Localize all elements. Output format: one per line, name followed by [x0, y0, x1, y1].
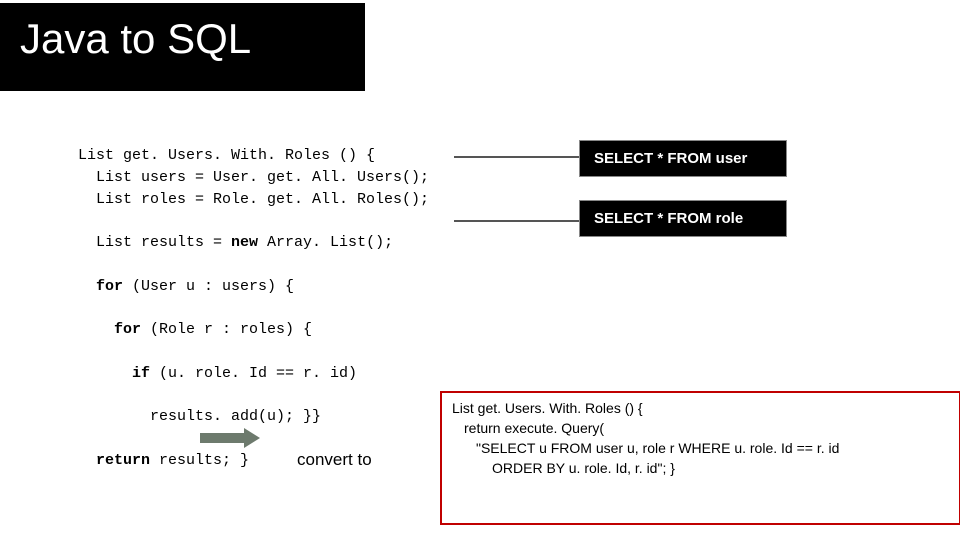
java-code-block: List get. Users. With. Roles () { List u…	[78, 145, 429, 471]
keyword-new: new	[231, 234, 258, 251]
keyword-return: return	[78, 452, 150, 469]
code-line: (Role r : roles) {	[141, 321, 312, 338]
code-line: List get. Users. With. Roles () {	[78, 147, 375, 164]
connector-line	[454, 220, 579, 222]
connector-line	[454, 156, 579, 158]
sql-box-role: SELECT * FROM role	[579, 200, 787, 237]
code-line: List roles = Role. get. All. Roles();	[78, 191, 429, 208]
code-line: List users = User. get. All. Users();	[78, 169, 429, 186]
converted-sql-box: List get. Users. With. Roles () { return…	[440, 391, 960, 525]
red-line: "SELECT u FROM user u, role r WHERE u. r…	[476, 440, 949, 456]
red-line: return execute. Query(	[464, 420, 949, 436]
code-line: List results =	[78, 234, 231, 251]
convert-label: convert to	[297, 450, 372, 470]
code-line: results. add(u); }}	[78, 408, 321, 425]
code-line: Array. List();	[258, 234, 393, 251]
code-line: (u. role. Id == r. id)	[150, 365, 357, 382]
code-line: (User u : users) {	[123, 278, 294, 295]
code-line: results; }	[150, 452, 249, 469]
red-line: ORDER BY u. role. Id, r. id"; }	[492, 460, 949, 476]
keyword-for: for	[78, 321, 141, 338]
keyword-if: if	[78, 365, 150, 382]
keyword-for: for	[78, 278, 123, 295]
slide-title: Java to SQL	[20, 15, 251, 63]
sql-box-user: SELECT * FROM user	[579, 140, 787, 177]
red-line: List get. Users. With. Roles () {	[452, 400, 949, 416]
